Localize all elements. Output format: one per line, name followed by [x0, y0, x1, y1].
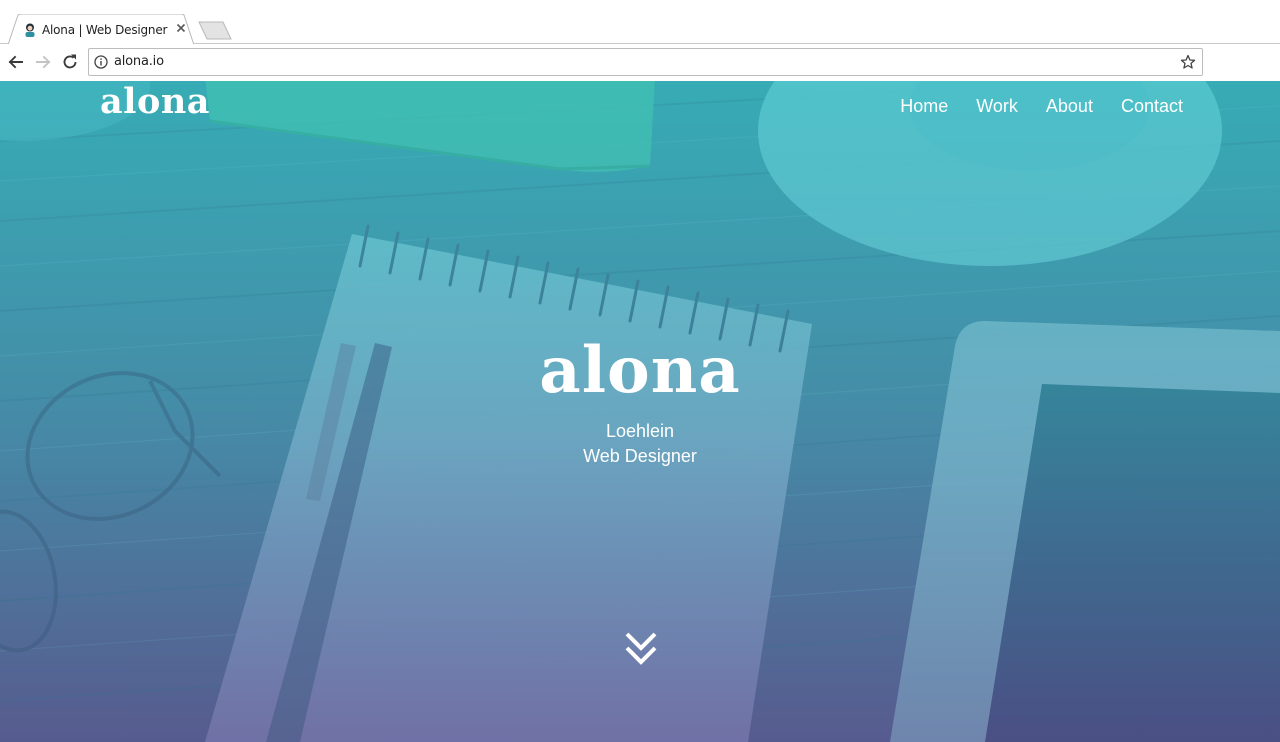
browser-tab-active[interactable]: Alona | Web Designer — [8, 14, 194, 45]
nav-link-about[interactable]: About — [1046, 96, 1093, 117]
nav-link-home[interactable]: Home — [900, 96, 948, 117]
star-icon[interactable] — [1180, 54, 1196, 70]
new-tab-button[interactable] — [198, 21, 232, 40]
reload-icon[interactable] — [60, 52, 80, 72]
info-icon[interactable] — [94, 55, 108, 69]
site-nav: Home Work About Contact — [900, 96, 1183, 117]
url-text[interactable]: alona.io — [114, 54, 164, 69]
page-viewport: alona Home Work About Contact alona Loeh… — [0, 81, 1280, 742]
nav-link-contact[interactable]: Contact — [1121, 96, 1183, 117]
nav-link-work[interactable]: Work — [976, 96, 1018, 117]
tab-title: Alona | Web Designer — [42, 23, 168, 37]
favicon-icon — [25, 23, 35, 37]
site-logo[interactable]: alona — [100, 81, 210, 122]
double-chevron-down-icon[interactable] — [624, 631, 658, 667]
forward-arrow-icon[interactable] — [33, 52, 53, 72]
address-bar[interactable]: alona.io — [88, 48, 1203, 76]
browser-tabstrip: Alona | Web Designer — [0, 0, 1280, 45]
back-arrow-icon[interactable] — [6, 52, 26, 72]
hero-title: alona — [539, 333, 741, 408]
hero-name: Loehlein — [605, 421, 675, 441]
close-icon[interactable] — [174, 21, 188, 35]
browser-toolbar: alona.io — [0, 44, 1280, 81]
hero-role: Web Designer — [583, 446, 697, 466]
